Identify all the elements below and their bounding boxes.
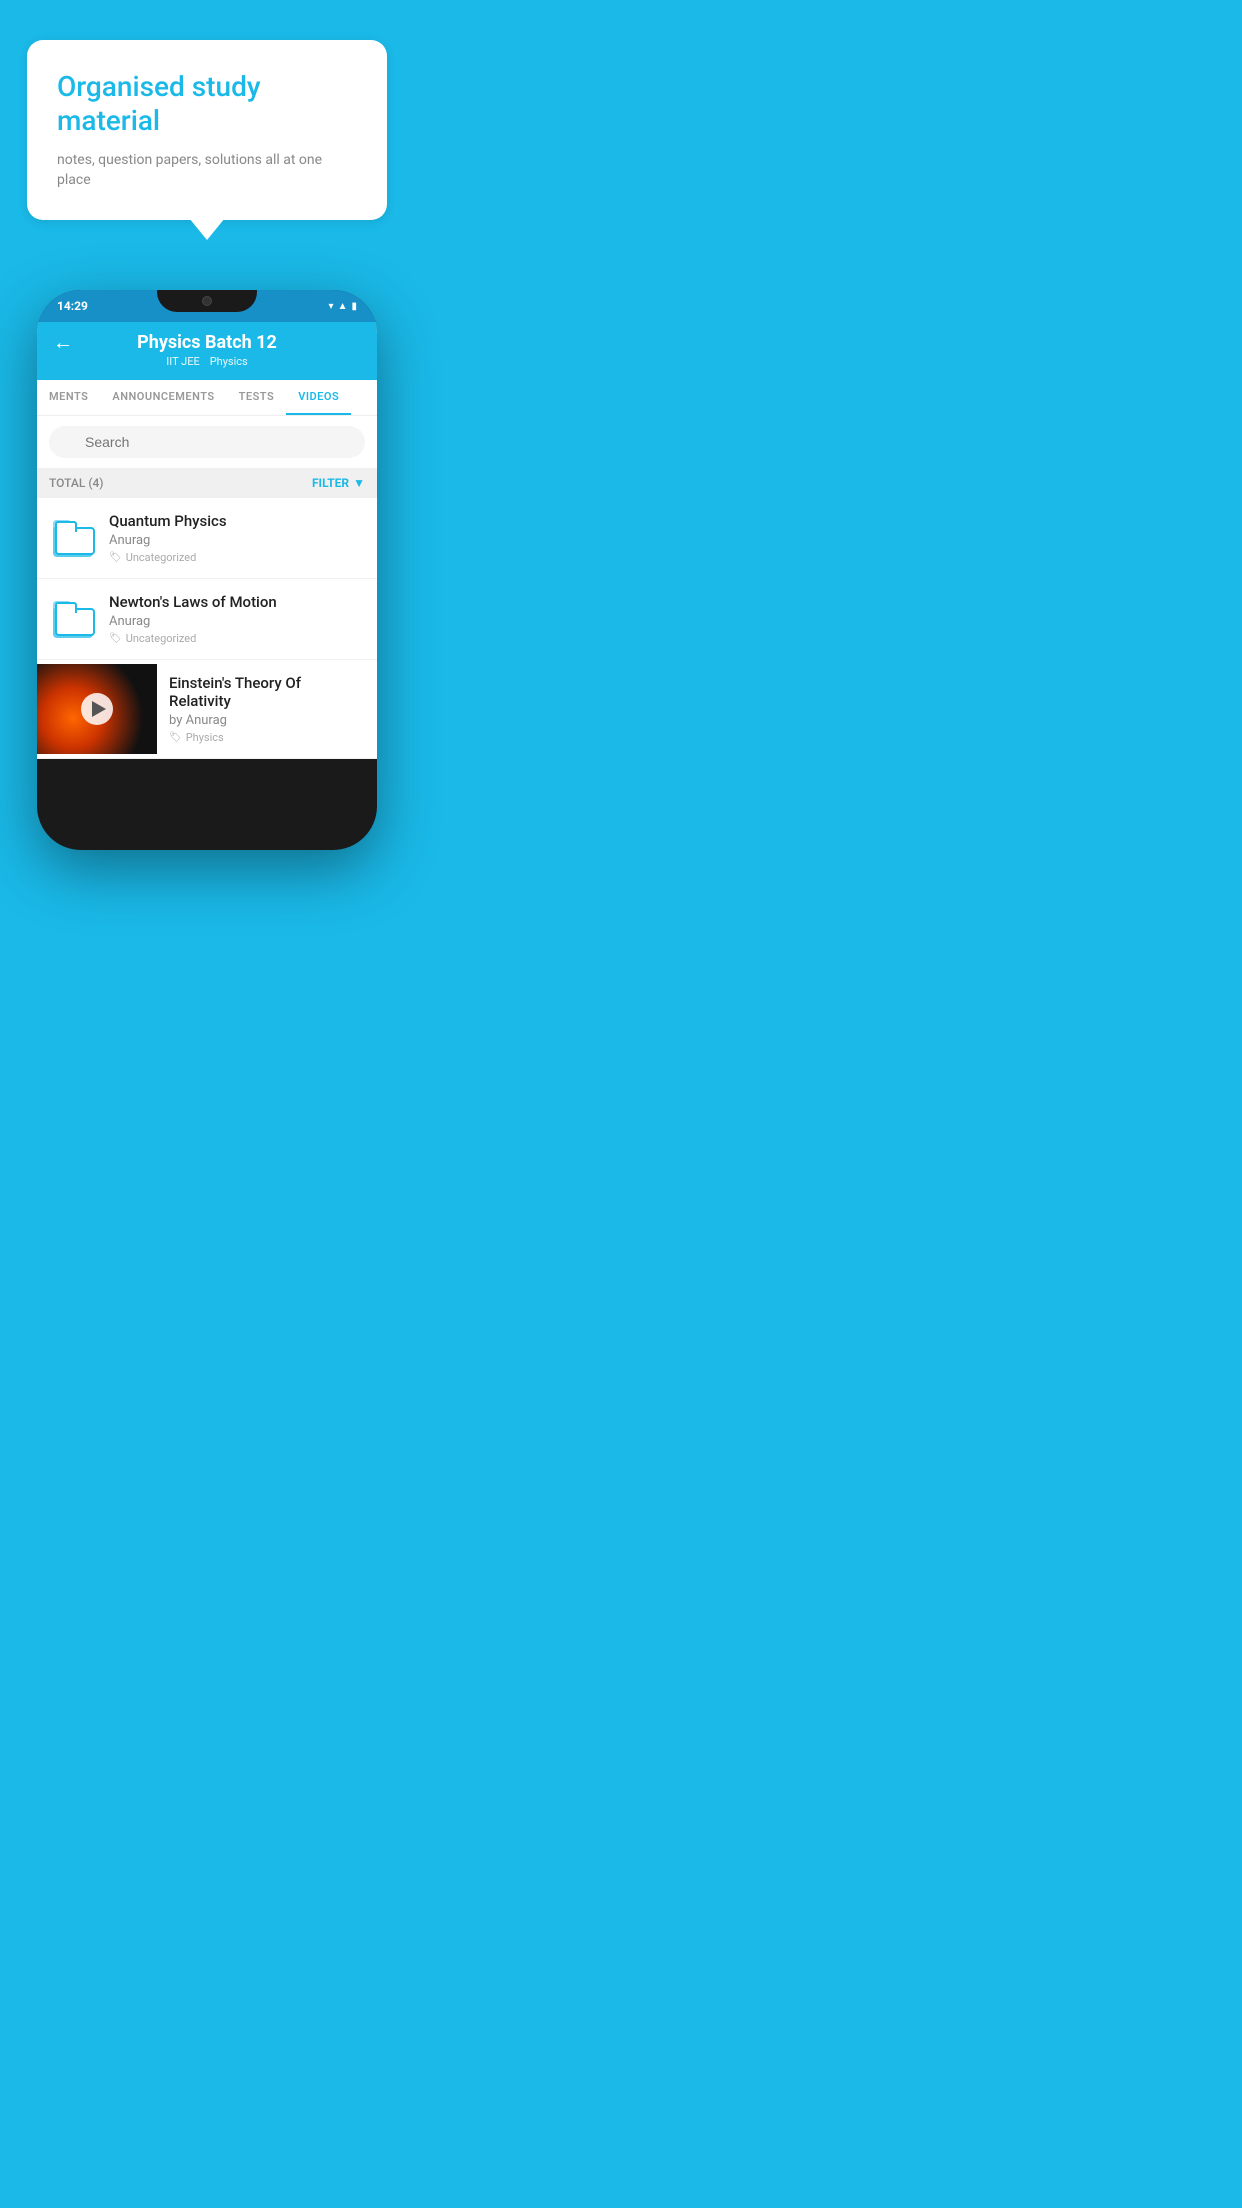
- speech-bubble: Organised study material notes, question…: [27, 40, 387, 220]
- video-folder-icon-2: [49, 593, 97, 645]
- video-title-3: Einstein's Theory Of Relativity: [169, 674, 365, 710]
- tab-announcements[interactable]: ANNOUNCEMENTS: [100, 380, 226, 415]
- wifi-icon: ▾: [329, 301, 334, 312]
- phone-frame: 14:29 ▾ ▲ ▮ ← Physics Batch 12 IIT JEE P…: [37, 290, 377, 850]
- header-tag-physics: Physics: [210, 355, 248, 368]
- video-tag-label-1: Uncategorized: [126, 551, 197, 564]
- tab-ments[interactable]: MENTS: [37, 380, 100, 415]
- signal-icon: ▲: [338, 301, 348, 312]
- top-section: Organised study material notes, question…: [0, 0, 414, 240]
- phone-wrapper: 14:29 ▾ ▲ ▮ ← Physics Batch 12 IIT JEE P…: [0, 290, 414, 870]
- app-header: ← Physics Batch 12 IIT JEE Physics: [37, 322, 377, 380]
- video-title-1: Quantum Physics: [109, 512, 365, 530]
- tab-videos[interactable]: VIDEOS: [286, 380, 351, 415]
- battery-icon: ▮: [351, 301, 357, 312]
- search-wrapper: 🔍: [49, 426, 365, 458]
- video-tag-label-3: Physics: [186, 731, 224, 744]
- video-title-2: Newton's Laws of Motion: [109, 593, 365, 611]
- back-button[interactable]: ←: [53, 330, 73, 355]
- filter-button[interactable]: FILTER ▼: [312, 476, 365, 490]
- video-info-2: Newton's Laws of Motion Anurag 🏷 Uncateg…: [109, 593, 365, 645]
- video-item-3[interactable]: Einstein's Theory Of Relativity by Anura…: [37, 660, 377, 759]
- video-folder-icon-1: [49, 512, 97, 564]
- tag-icon-1: 🏷: [109, 552, 122, 563]
- filter-icon: ▼: [353, 476, 365, 490]
- video-item[interactable]: Quantum Physics Anurag 🏷 Uncategorized: [37, 498, 377, 579]
- video-item-2[interactable]: Newton's Laws of Motion Anurag 🏷 Uncateg…: [37, 579, 377, 660]
- status-icons: ▾ ▲ ▮: [329, 301, 357, 312]
- video-info-3: Einstein's Theory Of Relativity by Anura…: [157, 660, 377, 758]
- search-input[interactable]: [49, 426, 365, 458]
- video-thumbnail-3: [37, 664, 157, 754]
- play-triangle-icon: [92, 701, 106, 717]
- header-title: Physics Batch 12: [137, 332, 277, 353]
- video-info-1: Quantum Physics Anurag 🏷 Uncategorized: [109, 512, 365, 564]
- video-list: Quantum Physics Anurag 🏷 Uncategorized: [37, 498, 377, 759]
- header-subtitle: IIT JEE Physics: [166, 355, 247, 368]
- phone-notch: [157, 290, 257, 312]
- filter-label: FILTER: [312, 476, 349, 490]
- video-author-3: by Anurag: [169, 713, 365, 728]
- tag-icon-2: 🏷: [109, 633, 122, 644]
- filter-row: TOTAL (4) FILTER ▼: [37, 468, 377, 498]
- tab-tests[interactable]: TESTS: [227, 380, 287, 415]
- play-button-3[interactable]: [81, 693, 113, 725]
- video-tag-3: 🏷 Physics: [169, 731, 365, 744]
- tag-icon-3: 🏷: [169, 732, 182, 743]
- video-author-2: Anurag: [109, 614, 365, 629]
- phone-content: ← Physics Batch 12 IIT JEE Physics MENTS…: [37, 322, 377, 759]
- video-tag-label-2: Uncategorized: [126, 632, 197, 645]
- video-tag-2: 🏷 Uncategorized: [109, 632, 365, 645]
- bubble-subtitle: notes, question papers, solutions all at…: [57, 151, 357, 190]
- status-time: 14:29: [57, 299, 88, 313]
- search-container: 🔍: [37, 416, 377, 468]
- thumb-bg-3: [37, 664, 157, 754]
- video-tag-1: 🏷 Uncategorized: [109, 551, 365, 564]
- header-tag-iitjee: IIT JEE: [166, 355, 199, 368]
- camera: [202, 296, 212, 306]
- header-top: ← Physics Batch 12: [53, 332, 361, 353]
- video-author-1: Anurag: [109, 533, 365, 548]
- bubble-title: Organised study material: [57, 70, 357, 137]
- tabs-bar: MENTS ANNOUNCEMENTS TESTS VIDEOS: [37, 380, 377, 416]
- total-label: TOTAL (4): [49, 476, 103, 490]
